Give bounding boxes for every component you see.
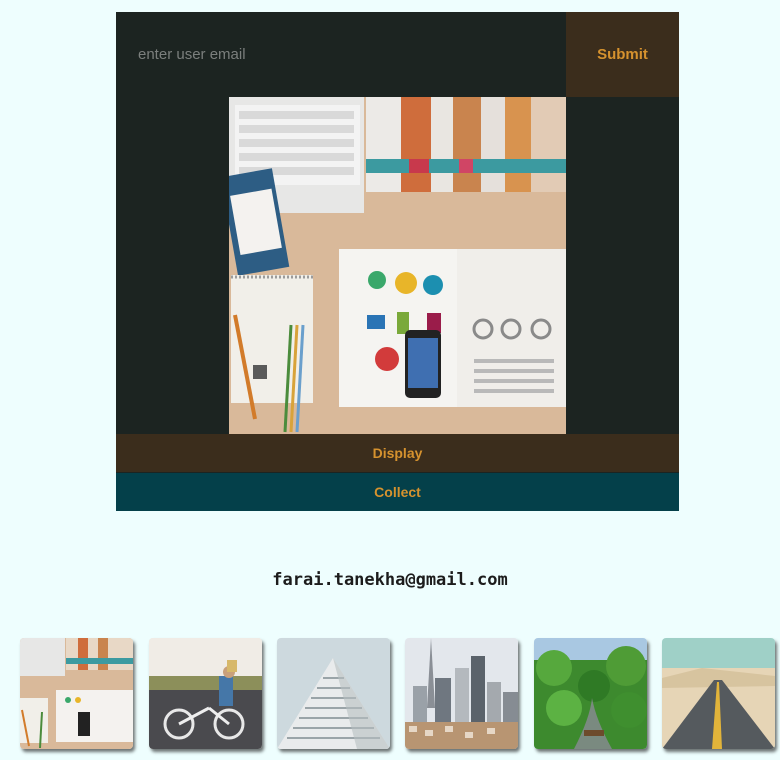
- email-form: Submit: [116, 12, 679, 97]
- image-panel: Submit: [116, 12, 679, 511]
- display-button[interactable]: Display: [116, 434, 679, 472]
- image-gallery: [20, 638, 780, 750]
- thumb-forest[interactable]: [534, 638, 647, 749]
- thumb-city[interactable]: [405, 638, 518, 749]
- thumb-desert-road[interactable]: [662, 638, 775, 749]
- email-input[interactable]: [116, 12, 566, 97]
- main-image-desk: [229, 97, 566, 434]
- thumb-desk[interactable]: [20, 638, 133, 749]
- thumb-bicycle[interactable]: [149, 638, 262, 749]
- thumb-building[interactable]: [277, 638, 390, 749]
- submit-button[interactable]: Submit: [566, 12, 679, 97]
- user-email-label: farai.tanekha@gmail.com: [272, 570, 508, 590]
- collect-button[interactable]: Collect: [116, 473, 679, 511]
